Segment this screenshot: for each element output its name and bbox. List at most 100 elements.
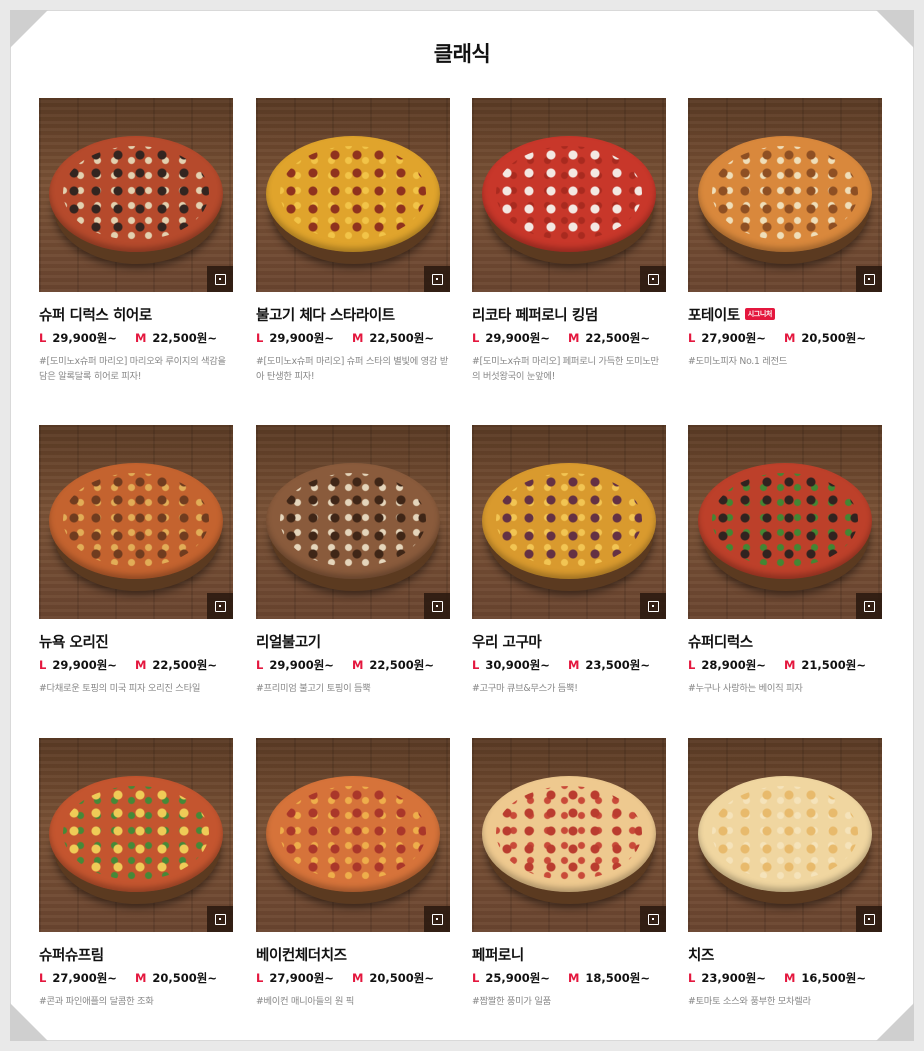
price-large: 30,900원~: [485, 658, 550, 672]
pizza-name-row[interactable]: 포테이토 시그니처: [688, 304, 882, 325]
pizza-description: #베이컨 매니아들의 원 픽: [256, 996, 354, 1007]
pizza-name-row[interactable]: 치즈: [688, 944, 882, 965]
size-medium-label: M: [783, 658, 796, 672]
pizza-image[interactable]: [256, 738, 450, 932]
pizza-name-row[interactable]: 우리 고구마: [472, 631, 666, 652]
menu-item[interactable]: 뉴욕 오리진 L 29,900원~ M 22,500원~ #다채로운 토핑의 미국 …: [39, 425, 233, 696]
menu-item[interactable]: 리얼불고기 L 29,900원~ M 22,500원~ #프리미엄 불고기 토핑이 …: [256, 425, 450, 696]
pizza-name-row[interactable]: 슈퍼디럭스: [688, 631, 882, 652]
pizza-name[interactable]: 뉴욕 오리진: [39, 631, 109, 652]
pizza-description: #콘과 파인애플의 달콤한 조화: [39, 996, 154, 1007]
pizza-name-row[interactable]: 슈퍼 디럭스 히어로: [39, 304, 233, 325]
pizza-image[interactable]: [39, 738, 233, 932]
menu-item[interactable]: 우리 고구마 L 30,900원~ M 23,500원~ #고구마 큐브&무스가 듬…: [472, 425, 666, 696]
zoom-icon[interactable]: [640, 906, 666, 932]
price-medium: 18,500원~: [585, 971, 650, 985]
pizza-graphic: [49, 463, 223, 579]
size-large-label: L: [688, 971, 696, 985]
pizza-description: #다채로운 토핑의 미국 피자 오리진 스타일: [39, 683, 201, 694]
zoom-icon[interactable]: [640, 593, 666, 619]
pizza-name[interactable]: 베이컨체더치즈: [256, 944, 347, 965]
pizza-graphic: [698, 776, 872, 892]
zoom-icon[interactable]: [207, 906, 233, 932]
pizza-graphic: [482, 463, 656, 579]
price-large: 27,900원~: [52, 971, 117, 985]
size-large-label: L: [256, 658, 264, 672]
price-row: L 23,900원~ M 16,500원~: [688, 970, 882, 985]
zoom-icon[interactable]: [424, 266, 450, 292]
price-large: 27,900원~: [701, 331, 766, 345]
menu-item[interactable]: 슈퍼 디럭스 히어로 L 29,900원~ M 22,500원~ #[도미노x슈퍼 …: [39, 98, 233, 384]
pizza-graphic: [698, 136, 872, 252]
size-medium-label: M: [351, 971, 364, 985]
menu-item[interactable]: 베이컨체더치즈 L 27,900원~ M 20,500원~ #베이컨 매니아들의 원…: [256, 738, 450, 1009]
pizza-graphic: [266, 776, 440, 892]
menu-item[interactable]: 슈퍼슈프림 L 27,900원~ M 20,500원~ #콘과 파인애플의 달콤한 …: [39, 738, 233, 1009]
pizza-description: #프리미엄 불고기 토핑이 듬뿍: [256, 683, 371, 694]
price-medium: 21,500원~: [801, 658, 866, 672]
pizza-name-row[interactable]: 뉴욕 오리진: [39, 631, 233, 652]
pizza-name[interactable]: 우리 고구마: [472, 631, 542, 652]
menu-item[interactable]: 페퍼로니 L 25,900원~ M 18,500원~ #짭짤한 풍미가 일품: [472, 738, 666, 1009]
price-large: 29,900원~: [269, 658, 334, 672]
zoom-icon[interactable]: [207, 593, 233, 619]
pizza-name-row[interactable]: 베이컨체더치즈: [256, 944, 450, 965]
zoom-icon[interactable]: [424, 593, 450, 619]
zoom-icon[interactable]: [207, 266, 233, 292]
pizza-name[interactable]: 페퍼로니: [472, 944, 524, 965]
price-large: 23,900원~: [701, 971, 766, 985]
menu-item[interactable]: 불고기 체다 스타라이트 L 29,900원~ M 22,500원~ #[도미노x슈…: [256, 98, 450, 384]
pizza-name-row[interactable]: 리코타 페퍼로니 킹덤: [472, 304, 666, 325]
pizza-image[interactable]: [472, 98, 666, 292]
pizza-name[interactable]: 치즈: [688, 944, 714, 965]
zoom-icon[interactable]: [856, 593, 882, 619]
price-large: 25,900원~: [485, 971, 550, 985]
pizza-name[interactable]: 불고기 체다 스타라이트: [256, 304, 395, 325]
signature-badge: 시그니처: [744, 308, 775, 320]
menu-item[interactable]: 포테이토 시그니처 L 27,900원~ M 20,500원~ #도미노피자 No.…: [688, 98, 882, 369]
price-medium: 22,500원~: [152, 658, 217, 672]
zoom-icon[interactable]: [856, 906, 882, 932]
pizza-image[interactable]: [39, 425, 233, 619]
pizza-image[interactable]: [688, 98, 882, 292]
price-medium: 16,500원~: [801, 971, 866, 985]
pizza-name-row[interactable]: 리얼불고기: [256, 631, 450, 652]
menu-item[interactable]: 리코타 페퍼로니 킹덤 L 29,900원~ M 22,500원~ #[도미노x슈퍼…: [472, 98, 666, 384]
menu-item[interactable]: 슈퍼디럭스 L 28,900원~ M 21,500원~ #누구나 사랑하는 베이직 …: [688, 425, 882, 696]
pizza-image[interactable]: [472, 425, 666, 619]
pizza-image[interactable]: [688, 425, 882, 619]
size-large-label: L: [472, 331, 480, 345]
pizza-name[interactable]: 리코타 페퍼로니 킹덤: [472, 304, 598, 325]
price-medium: 22,500원~: [369, 331, 434, 345]
size-large-label: L: [256, 971, 264, 985]
size-medium-label: M: [134, 658, 147, 672]
price-medium: 23,500원~: [585, 658, 650, 672]
price-medium: 20,500원~: [369, 971, 434, 985]
size-medium-label: M: [134, 331, 147, 345]
pizza-name-row[interactable]: 페퍼로니: [472, 944, 666, 965]
pizza-image[interactable]: [472, 738, 666, 932]
pizza-name[interactable]: 리얼불고기: [256, 631, 321, 652]
pizza-name[interactable]: 포테이토: [688, 304, 740, 325]
zoom-icon[interactable]: [424, 906, 450, 932]
price-row: L 28,900원~ M 21,500원~: [688, 657, 882, 672]
pizza-image[interactable]: [256, 98, 450, 292]
pizza-name[interactable]: 슈퍼디럭스: [688, 631, 753, 652]
pizza-name-row[interactable]: 불고기 체다 스타라이트: [256, 304, 450, 325]
pizza-name-row[interactable]: 슈퍼슈프림: [39, 944, 233, 965]
price-row: L 29,900원~ M 22,500원~: [39, 330, 233, 345]
price-row: L 29,900원~ M 22,500원~: [472, 330, 666, 345]
price-medium: 20,500원~: [801, 331, 866, 345]
zoom-icon[interactable]: [640, 266, 666, 292]
pizza-description: #짭짤한 풍미가 일품: [472, 996, 551, 1007]
menu-item[interactable]: 치즈 L 23,900원~ M 16,500원~ #토마토 소스와 풍부한 모차렐라: [688, 738, 882, 1009]
pizza-graphic: [49, 776, 223, 892]
pizza-image[interactable]: [256, 425, 450, 619]
pizza-image[interactable]: [688, 738, 882, 932]
pizza-image[interactable]: [39, 98, 233, 292]
zoom-icon[interactable]: [856, 266, 882, 292]
pizza-name[interactable]: 슈퍼 디럭스 히어로: [39, 304, 152, 325]
price-row: L 27,900원~ M 20,500원~: [256, 970, 450, 985]
pizza-name[interactable]: 슈퍼슈프림: [39, 944, 104, 965]
size-medium-label: M: [134, 971, 147, 985]
